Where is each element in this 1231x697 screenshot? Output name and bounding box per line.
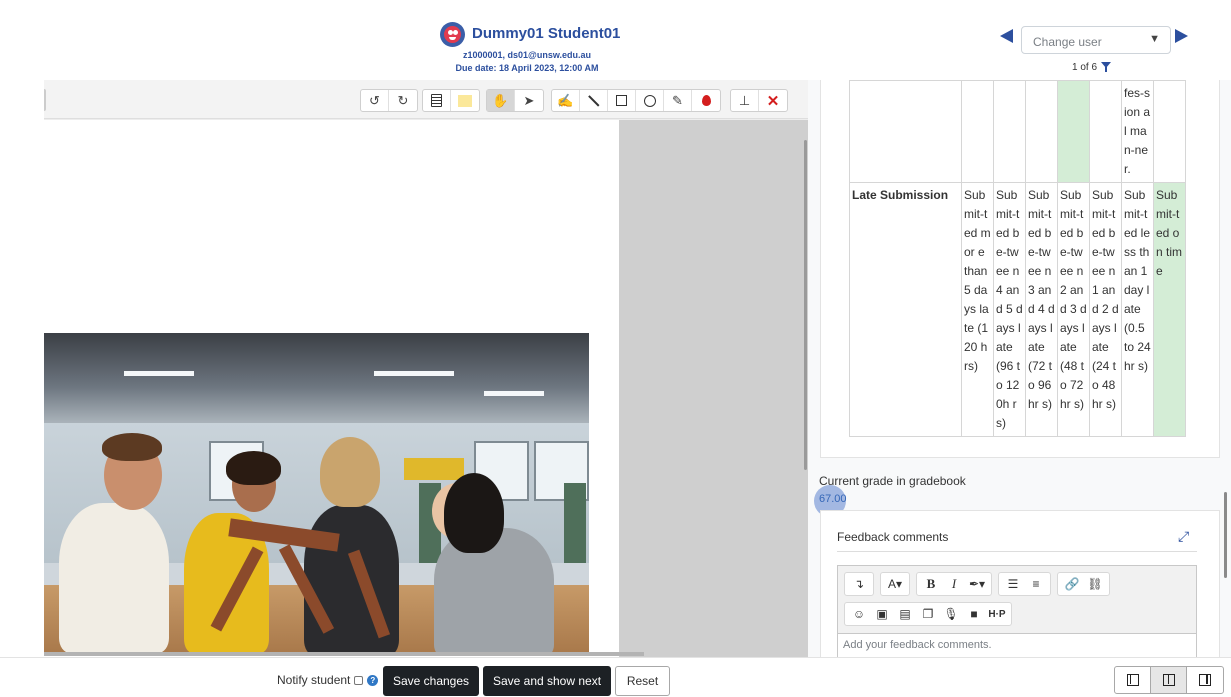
grader-header: Dummy01 Student01 z1000001, ds01@unsw.ed… [0,0,1231,80]
record-audio-icon[interactable]: 🎙 [940,603,962,625]
rubric-level[interactable]: Sub mit-ted be-twee n 1 and 2 days late … [1089,182,1122,437]
expand-icon[interactable]: ⤢ [1178,528,1189,545]
bullet-list-icon[interactable]: ☰ [1002,573,1024,595]
delete-icon[interactable]: ✕ [759,90,787,111]
change-user-control: Change user ▼ 1 of 6 [1000,26,1190,77]
toolbar-toggle-icon[interactable]: ↴ [848,573,870,595]
document-page[interactable] [44,120,619,657]
workshop-photo [44,333,589,653]
table-row: fes-sion al man-ner. [849,80,1186,183]
due-date: Due date: 18 April 2023, 12:00 AM [455,63,599,73]
editor-toolbar-row-1: ↴ A▾ B I ✒▾ ☰ ≡ 🔗 ⛓ [844,572,1110,596]
reset-button[interactable]: Reset [615,666,670,696]
rubric-level[interactable]: Sub mit-ted less than 1 day late (0.5 to… [1121,182,1154,437]
media-icon[interactable]: ▤ [894,603,916,625]
emoji-icon[interactable]: ☺ [848,603,870,625]
previous-user-icon[interactable] [1000,29,1013,43]
oval-icon[interactable] [636,90,664,111]
select-icon[interactable]: ➤ [515,90,543,111]
help-icon[interactable]: ? [367,674,379,686]
dropdown-arrow-icon: ▼ [1149,33,1160,45]
unlink-icon[interactable]: ⛓ [1084,573,1106,595]
notify-student: Notify student ? [277,673,379,687]
font-color-icon[interactable]: ✒▾ [966,573,988,595]
save-and-show-next-button[interactable]: Save and show next [483,666,611,696]
feedback-title: Feedback comments [837,530,949,544]
feedback-editor: ↴ A▾ B I ✒▾ ☰ ≡ 🔗 ⛓ ☺ ▣ ▤ ❐ 🎙 ■ H·P Add … [837,565,1197,657]
user-count: 1 of 6 [1072,62,1098,73]
record-video-icon[interactable]: ■ [963,603,985,625]
pen-color-icon[interactable] [692,90,720,111]
h5p-icon[interactable]: H·P [986,603,1008,625]
comment-icon[interactable] [423,90,451,111]
line-icon[interactable] [580,90,608,111]
student-name[interactable]: Dummy01 Student01 [472,25,620,42]
pointer-group: ✋ ➤ [486,89,544,112]
rubric-table: fes-sion al man-ner. Late Submission Sub… [849,80,1186,437]
link-icon[interactable]: 🔗 [1061,573,1083,595]
stamp-icon[interactable]: ⊥ [731,90,759,111]
notify-student-label: Notify student [277,673,351,687]
editor-toolbar-row-2: ☺ ▣ ▤ ❐ 🎙 ■ H·P [844,602,1012,626]
bold-icon[interactable]: B [920,573,942,595]
rubric-level[interactable]: Sub mit-ted be-twee n 4 and 5 days late … [993,182,1026,437]
rotate-right-icon[interactable]: ↻ [389,90,417,111]
highlight-color-icon[interactable] [451,90,479,111]
highlighter-icon[interactable]: ✎ [664,90,692,111]
gradebook-label: Current grade in gradebook [819,474,966,488]
table-row: Late Submission Sub mit-ted mor e than 5… [849,182,1186,437]
feedback-card: Feedback comments ⤢ ↴ A▾ B I ✒▾ ☰ ≡ 🔗 ⛓ … [820,510,1220,657]
image-icon[interactable]: ▣ [871,603,893,625]
change-user-select[interactable]: Change user ▼ [1021,26,1171,54]
avatar[interactable] [440,22,465,47]
italic-icon[interactable]: I [943,573,965,595]
save-changes-button[interactable]: Save changes [383,666,479,696]
manage-files-icon[interactable]: ❐ [917,603,939,625]
panel-scrollbar[interactable] [1224,492,1227,578]
rubric-level[interactable]: Sub mit-ted be-twee n 2 and 3 days late … [1057,182,1090,437]
grader-page: Dummy01 Student01 z1000001, ds01@unsw.ed… [0,0,1231,697]
numbered-list-icon[interactable]: ≡ [1025,573,1047,595]
default-layout-icon[interactable] [1151,667,1187,693]
rotate-left-icon[interactable]: ↺ [361,90,389,111]
font-style-icon[interactable]: A▾ [884,573,906,595]
notify-student-checkbox[interactable] [354,675,364,685]
collapse-grade-panel-icon[interactable] [1115,667,1151,693]
viewer-horizontal-scrollbar[interactable] [44,652,644,656]
stamp-group: ⊥ ✕ [730,89,788,112]
filter-icon[interactable] [1101,62,1111,72]
rubric-level[interactable]: Sub mit-ted be-twee n 3 and 4 days late … [1025,182,1058,437]
pan-icon[interactable]: ✋ [487,90,515,111]
next-user-icon[interactable] [1175,29,1188,43]
student-info: z1000001, ds01@unsw.edu.au [463,50,591,60]
rubric-criterion: Late Submission [849,182,962,437]
viewer-vertical-scrollbar[interactable] [804,140,807,470]
layout-switcher [1114,666,1224,694]
draw-group: ✍ ✎ [551,89,721,112]
rubric-card: fes-sion al man-ner. Late Submission Sub… [820,80,1220,458]
stamp-pen-icon[interactable]: ✍ [552,90,580,111]
feedback-input[interactable]: Add your feedback comments. [838,633,1196,657]
rubric-level[interactable]: Sub mit-ted mor e than 5 days late (120 … [961,182,994,437]
gradebook-value[interactable]: 67.00 [819,493,847,505]
grader-footer: Notify student ? Save changes Save and s… [0,657,1231,697]
annotation-toolbar: ↺ ↻ ✋ ➤ ✍ ✎ ⊥ ✕ [44,80,808,119]
collapse-review-panel-icon[interactable] [1187,667,1223,693]
document-viewer: ↺ ↻ ✋ ➤ ✍ ✎ ⊥ ✕ [44,80,808,657]
rectangle-icon[interactable] [608,90,636,111]
rubric-level-selected[interactable]: Sub mit-ted on time [1153,182,1186,437]
rotate-group: ↺ ↻ [360,89,418,112]
rubric-level[interactable]: fes-sion al man-ner. [1121,80,1154,183]
comment-group [422,89,480,112]
grading-panel: fes-sion al man-ner. Late Submission Sub… [808,80,1231,657]
change-user-placeholder: Change user [1033,35,1102,49]
